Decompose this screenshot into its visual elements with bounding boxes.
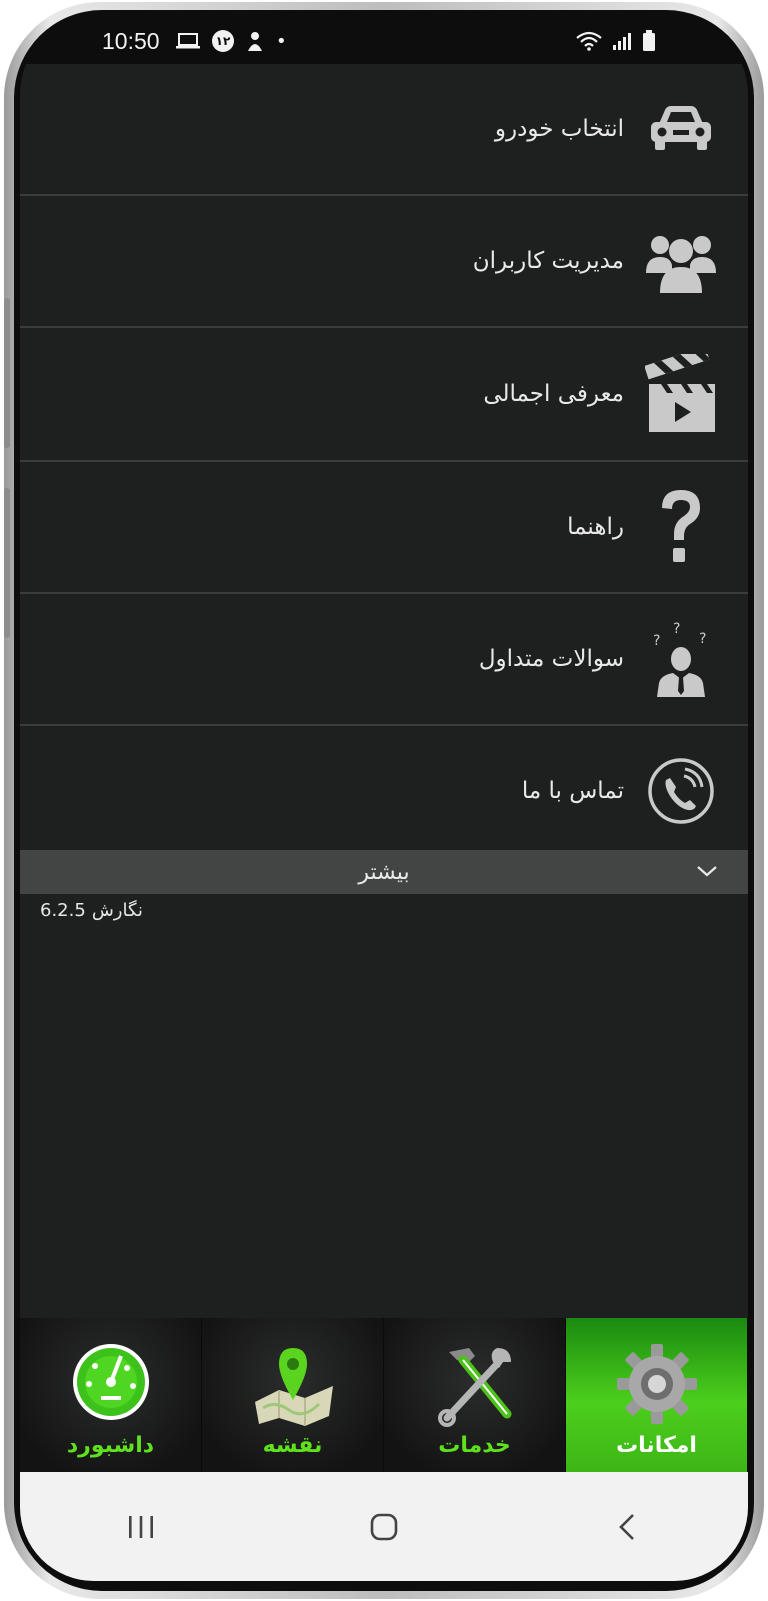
status-time: 10:50 — [102, 28, 160, 54]
version-label: نگارش — [91, 900, 143, 921]
car-icon — [642, 89, 720, 169]
tools-icon — [437, 1348, 511, 1427]
menu-item-label: مدیریت کاربران — [472, 248, 624, 274]
bottom-tab-bar: داشبورد نقشه خدمات امکانات — [20, 1318, 748, 1472]
tab-label: داشبورد — [66, 1433, 155, 1458]
users-icon — [642, 221, 720, 301]
map-pin-icon — [254, 1348, 333, 1426]
menu-item-help[interactable]: راهنما — [20, 462, 748, 594]
battery-icon — [643, 30, 655, 51]
menu-item-label: راهنما — [567, 514, 624, 540]
tab-label: نقشه — [262, 1433, 323, 1458]
clapperboard-icon — [642, 354, 720, 434]
status-bar: 10:50 ۱۲ • — [20, 20, 748, 64]
notification-badge: ۱۲ — [212, 30, 234, 52]
tab-label: خدمات — [438, 1433, 511, 1458]
status-dot: • — [276, 30, 287, 52]
tab-label: امکانات — [616, 1433, 697, 1458]
svg-text:?: ? — [699, 631, 706, 647]
home-button[interactable] — [354, 1507, 414, 1547]
phone-icon — [642, 751, 720, 831]
more-section-header[interactable]: بیشتر — [20, 850, 748, 894]
menu-item-label: انتخاب خودرو — [494, 116, 624, 142]
back-icon — [618, 1513, 634, 1540]
system-nav-bar — [20, 1472, 748, 1581]
back-button[interactable] — [597, 1507, 657, 1547]
laptop-icon — [176, 33, 200, 49]
tab-features[interactable]: امکانات — [566, 1318, 748, 1472]
power-button — [4, 488, 10, 638]
menu-item-introduction[interactable]: معرفی اجمالی — [20, 328, 748, 462]
menu-list: انتخاب خودرو مدیریت کاربران معرفی اجمالی… — [20, 64, 748, 856]
chevron-down-icon[interactable] — [696, 860, 718, 882]
svg-text:?: ? — [653, 633, 660, 649]
dashboard-gauge-icon — [72, 1344, 149, 1420]
status-icons-left: ۱۲ • — [176, 30, 287, 52]
menu-item-contact-us[interactable]: تماس با ما — [20, 726, 748, 856]
recent-apps-icon — [129, 1515, 154, 1538]
menu-item-user-management[interactable]: مدیریت کاربران — [20, 196, 748, 328]
tab-services[interactable]: خدمات — [384, 1318, 566, 1472]
faq-person-icon: ? ? ? — [642, 619, 720, 699]
menu-item-faq[interactable]: سوالات متداول ? ? ? — [20, 594, 748, 726]
recent-apps-button[interactable] — [111, 1507, 171, 1547]
menu-item-label: سوالات متداول — [478, 646, 624, 672]
version-info: 6.2.5 نگارش — [40, 900, 143, 921]
version-number: 6.2.5 — [40, 900, 86, 921]
tab-map[interactable]: نقشه — [202, 1318, 384, 1472]
tab-dashboard[interactable]: داشبورد — [20, 1318, 202, 1472]
app-screen: 10:50 ۱۲ • انتخاب خودرو مدیریت کاربران م… — [20, 20, 748, 1581]
signal-icon — [613, 33, 631, 50]
status-icons-right — [576, 30, 656, 52]
home-icon — [370, 1513, 398, 1540]
svg-text:?: ? — [673, 621, 680, 637]
question-mark-icon — [642, 487, 720, 567]
volume-button — [4, 298, 10, 448]
menu-item-label: تماس با ما — [521, 778, 624, 804]
menu-item-select-car[interactable]: انتخاب خودرو — [20, 64, 748, 196]
person-icon — [248, 32, 262, 51]
gear-icon — [616, 1344, 697, 1424]
more-label: بیشتر — [358, 859, 410, 885]
menu-item-label: معرفی اجمالی — [483, 381, 624, 407]
wifi-icon — [576, 31, 602, 51]
